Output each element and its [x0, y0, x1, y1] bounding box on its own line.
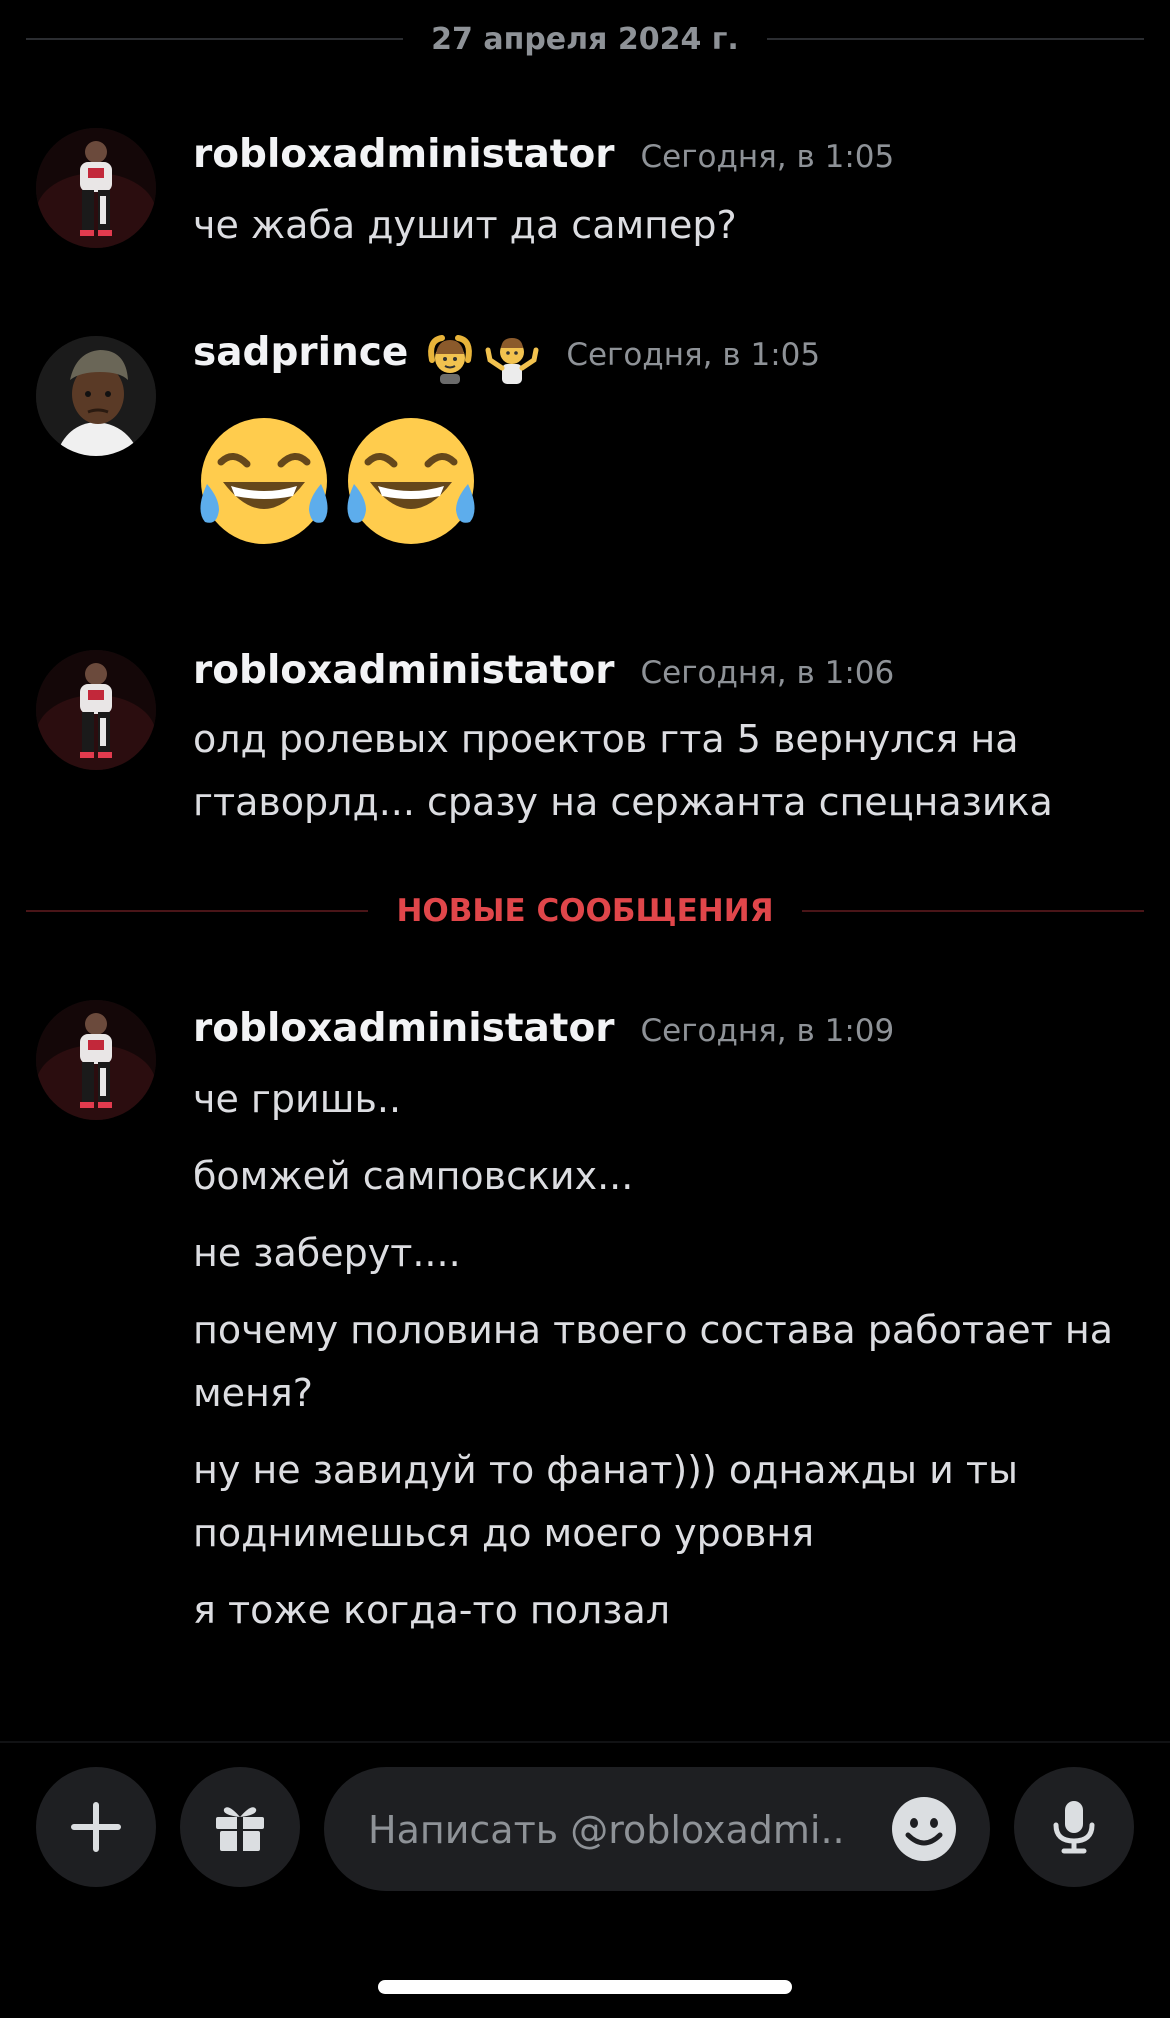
timestamp: Сегодня, в 1:05: [640, 139, 895, 175]
new-messages-label: НОВЫЕ СООБЩЕНИЯ: [396, 893, 774, 929]
plus-icon: [71, 1802, 121, 1852]
message-header: robloxadministator Сегодня, в 1:06: [193, 648, 894, 693]
message-text: ну не завидуй то фанат))) однажды и ты п…: [193, 1448, 1031, 1555]
avatar-robloxadministator-image: [36, 650, 156, 770]
username[interactable]: robloxadministator: [193, 1006, 614, 1051]
username[interactable]: robloxadministator: [193, 648, 614, 693]
avatar-sadprince-image: [36, 336, 156, 456]
add-attachment-button[interactable]: [36, 1767, 156, 1887]
date-divider: 27 апреля 2024 г.: [26, 19, 1144, 59]
username[interactable]: sadprince: [193, 330, 408, 375]
message-body: че гришь.. бомжей самповских... не забер…: [193, 1068, 1113, 1656]
message[interactable]: robloxadministator Сегодня, в 1:06 олд р…: [0, 638, 1170, 828]
emoji-picker-button[interactable]: [890, 1795, 958, 1863]
laughing-emoji-icon: [340, 410, 482, 552]
voice-message-button[interactable]: [1014, 1767, 1134, 1887]
message-header: robloxadministator Сегодня, в 1:09: [193, 1006, 894, 1051]
message-text: че гришь..: [193, 1077, 402, 1121]
composer-divider: [0, 1741, 1170, 1743]
timestamp: Сегодня, в 1:06: [640, 655, 895, 691]
message[interactable]: robloxadministator Сегодня, в 1:05 че жа…: [0, 126, 1170, 266]
avatar[interactable]: [36, 336, 156, 456]
message-input[interactable]: [366, 1767, 870, 1893]
message-text: че жаба душит да сампер?: [193, 203, 737, 247]
avatar[interactable]: [36, 650, 156, 770]
person-shrugging-icon: [485, 338, 539, 384]
person-gesturing-ok-icon: [428, 335, 473, 384]
divider-line: [26, 910, 369, 912]
smiley-icon: [892, 1797, 956, 1861]
timestamp: Сегодня, в 1:05: [566, 337, 821, 373]
message-text: почему половина твоего состава работает …: [193, 1308, 1126, 1415]
message[interactable]: robloxadministator Сегодня, в 1:09 че гр…: [0, 996, 1170, 1656]
message-text: не заберут....: [193, 1231, 461, 1275]
message-text: я тоже когда-то ползал: [193, 1588, 671, 1632]
home-indicator[interactable]: [378, 1980, 792, 1994]
gift-button[interactable]: [180, 1767, 300, 1887]
gift-icon: [216, 1807, 264, 1851]
avatar[interactable]: [36, 128, 156, 248]
message-header: robloxadministator Сегодня, в 1:05: [193, 132, 894, 177]
microphone-icon: [1053, 1801, 1095, 1854]
avatar[interactable]: [36, 1000, 156, 1120]
message-text: бомжей самповских...: [193, 1154, 634, 1198]
timestamp: Сегодня, в 1:09: [640, 1013, 895, 1049]
message-text: олд ролевых проектов гта 5 вернулся на г…: [193, 717, 1053, 824]
divider-line: [766, 38, 1144, 40]
laughing-emoji-icon: [193, 410, 335, 552]
user-badges: [422, 330, 540, 386]
message-body: че жаба душит да сампер?: [193, 194, 1123, 271]
new-messages-divider: НОВЫЕ СООБЩЕНИЯ: [26, 891, 1145, 931]
message-body: [193, 410, 1123, 556]
message-body: олд ролевых проектов гта 5 вернулся на г…: [193, 708, 1113, 848]
date-divider-label: 27 апреля 2024 г.: [431, 21, 739, 57]
message-composer[interactable]: [324, 1767, 990, 1893]
divider-line: [801, 910, 1145, 912]
message[interactable]: sadprince Сегодня, в 1:05: [0, 324, 1170, 554]
divider-line: [26, 38, 404, 40]
avatar-robloxadministator-image: [36, 1000, 156, 1120]
message-header: sadprince Сегодня, в 1:05: [193, 330, 820, 386]
avatar-robloxadministator-image: [36, 128, 156, 248]
username[interactable]: robloxadministator: [193, 132, 614, 177]
